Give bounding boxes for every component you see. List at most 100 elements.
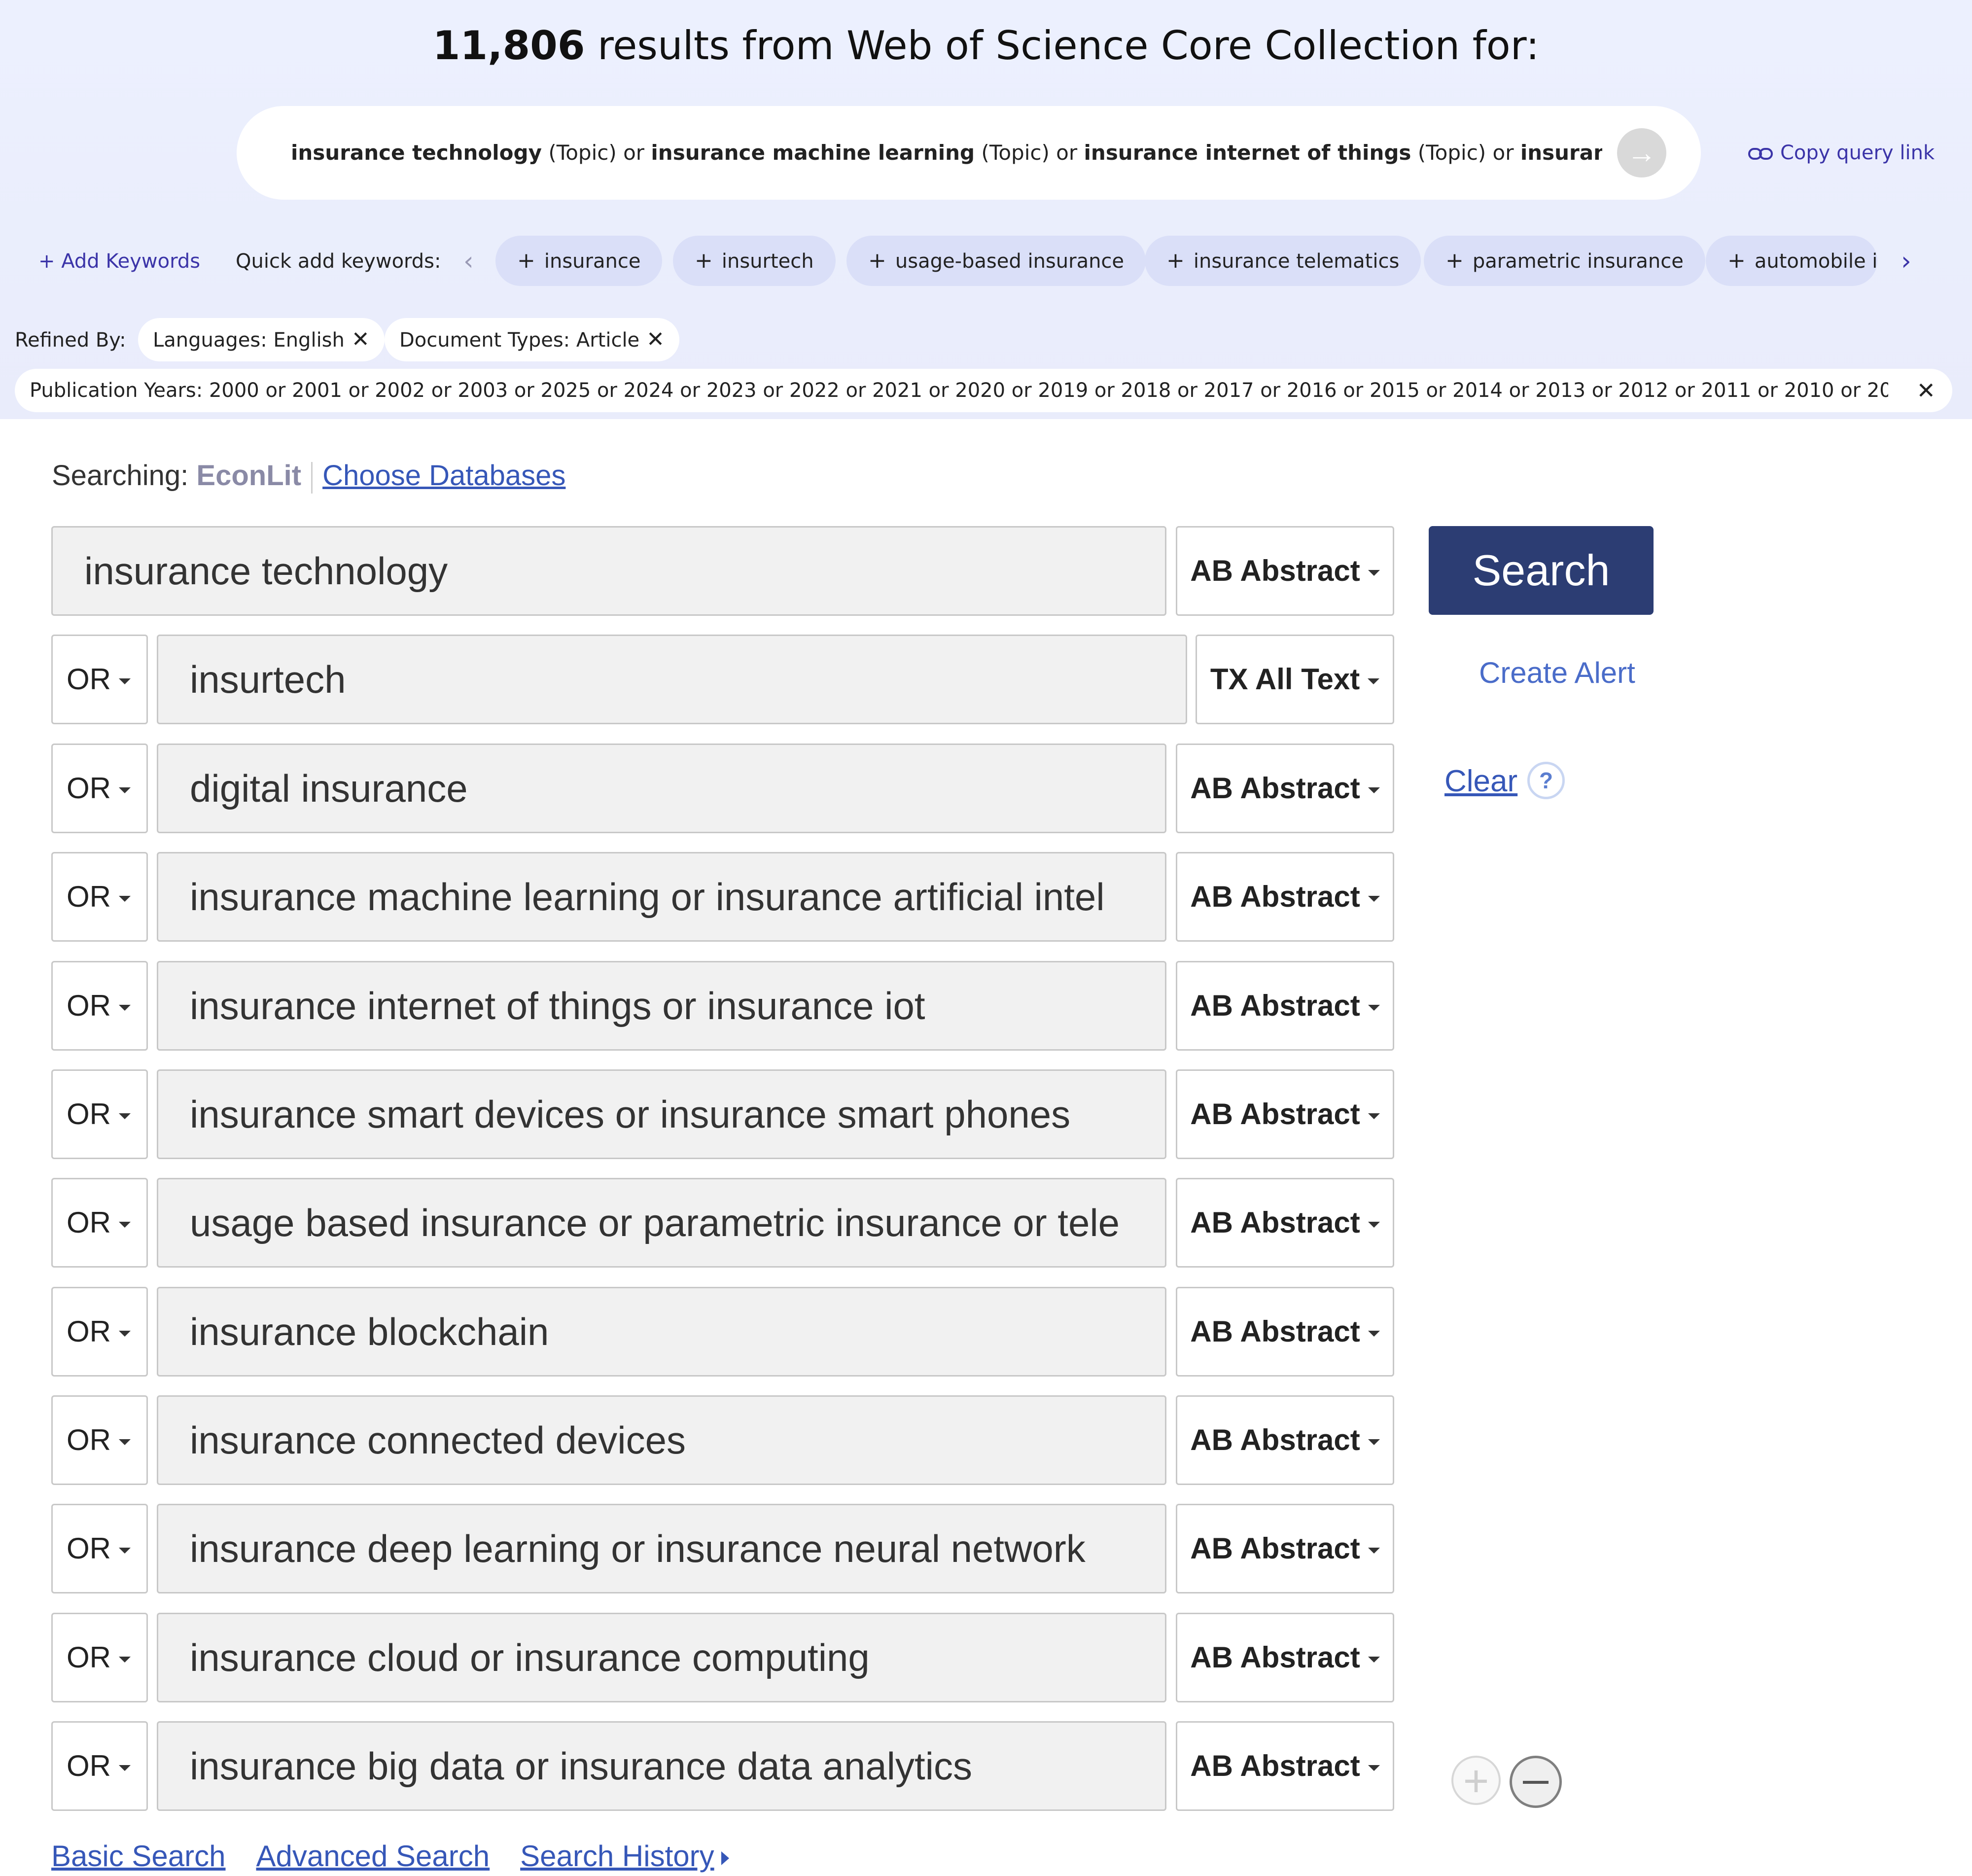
wos-results-header: 11,806 results from Web of Science Core … xyxy=(0,0,1972,419)
plus-icon: + xyxy=(695,248,713,273)
boolean-operator-select[interactable]: OR xyxy=(51,635,148,724)
caret-down-icon xyxy=(1368,896,1380,902)
caret-down-icon xyxy=(1368,1657,1380,1663)
caret-down-icon xyxy=(1368,1222,1380,1228)
search-term-input[interactable]: insurance machine learning or insurance … xyxy=(157,852,1166,942)
boolean-operator-label: OR xyxy=(67,880,111,913)
search-button[interactable]: Search xyxy=(1429,526,1654,615)
search-term-input[interactable]: insurance deep learning or insurance neu… xyxy=(157,1504,1166,1593)
results-heading: 11,806 results from Web of Science Core … xyxy=(0,19,1972,73)
boolean-operator-select[interactable]: OR xyxy=(51,961,148,1051)
keyword-chip-label: parametric insurance xyxy=(1472,250,1684,273)
field-select[interactable]: AB Abstract xyxy=(1176,1287,1394,1377)
search-row: OR insurance cloud or insurance computin… xyxy=(0,1613,1400,1702)
caret-down-icon xyxy=(119,1005,131,1011)
field-select-label: AB Abstract xyxy=(1190,1749,1360,1782)
field-select[interactable]: AB Abstract xyxy=(1176,743,1394,833)
caret-down-icon xyxy=(1368,1331,1380,1337)
field-select[interactable]: AB Abstract xyxy=(1176,1721,1394,1811)
boolean-operator-select[interactable]: OR xyxy=(51,743,148,833)
clear-link[interactable]: Clear xyxy=(1444,762,1517,801)
close-icon[interactable]: ✕ xyxy=(352,327,370,352)
field-select[interactable]: AB Abstract xyxy=(1176,1178,1394,1268)
search-row: OR digital insurance AB Abstract xyxy=(0,743,1400,833)
field-select[interactable]: AB Abstract xyxy=(1176,1395,1394,1485)
boolean-operator-label: OR xyxy=(67,1206,111,1239)
boolean-operator-select[interactable]: OR xyxy=(51,1504,148,1593)
boolean-operator-select[interactable]: OR xyxy=(51,1721,148,1811)
caret-down-icon xyxy=(119,896,131,902)
search-term-input[interactable]: insurance connected devices xyxy=(157,1395,1166,1485)
field-select[interactable]: AB Abstract xyxy=(1176,961,1394,1051)
basic-search-link[interactable]: Basic Search xyxy=(51,1840,226,1873)
query-term: insurance machine learning xyxy=(651,141,975,165)
advanced-search-link[interactable]: Advanced Search xyxy=(256,1840,490,1873)
keyword-chip-insurance-telematics[interactable]: + insurance telematics xyxy=(1145,236,1421,286)
caret-down-icon xyxy=(1368,1765,1380,1771)
caret-down-icon xyxy=(119,787,131,794)
minus-circle-icon[interactable] xyxy=(1510,1756,1562,1808)
refined-by-label: Refined By: xyxy=(15,329,126,352)
boolean-operator-label: OR xyxy=(67,1641,111,1674)
caret-down-icon xyxy=(119,1657,131,1663)
keyword-chip-label: usage-based insurance xyxy=(895,250,1125,273)
copy-query-link[interactable]: Copy query link xyxy=(1748,138,1935,168)
close-icon[interactable]: ✕ xyxy=(1916,369,1936,412)
query-display-box[interactable]: insurance technology (Topic) or insuranc… xyxy=(237,106,1701,200)
keyword-chip-insurtech[interactable]: + insurtech xyxy=(673,236,836,286)
search-term-input[interactable]: insurance smart devices or insurance sma… xyxy=(157,1069,1166,1159)
keyword-chip-insurance[interactable]: + insurance xyxy=(495,236,663,286)
search-row: OR insurance connected devices AB Abstra… xyxy=(0,1395,1400,1485)
plus-circle-icon[interactable]: + xyxy=(1451,1756,1501,1805)
caret-down-icon xyxy=(119,1113,131,1120)
caret-down-icon xyxy=(1368,1113,1380,1120)
boolean-operator-select[interactable]: OR xyxy=(51,852,148,942)
refinement-chip-document-type: Document Types: Article ✕ xyxy=(385,318,680,361)
search-term-input[interactable]: usage based insurance or parametric insu… xyxy=(157,1178,1166,1268)
chevron-left-icon[interactable]: ‹ xyxy=(463,247,474,276)
field-select[interactable]: AB Abstract xyxy=(1176,1069,1394,1159)
quick-add-keyword-list: + insurance + insurtech + usage-based insur… xyxy=(495,236,1878,286)
add-keywords-button[interactable]: + Add Keywords xyxy=(38,247,200,276)
field-select[interactable]: AB Abstract xyxy=(1176,1504,1394,1593)
search-term-input[interactable]: insurtech xyxy=(157,635,1187,724)
search-term-input[interactable]: insurance internet of things or insuranc… xyxy=(157,961,1166,1051)
boolean-operator-select[interactable]: OR xyxy=(51,1613,148,1702)
keyword-chip-automobile[interactable]: + automobile i xyxy=(1706,236,1878,286)
query-term: insurance internet of things xyxy=(1084,141,1411,165)
create-alert-link[interactable]: Create Alert xyxy=(1479,653,1635,693)
search-term-input[interactable]: insurance blockchain xyxy=(157,1287,1166,1377)
search-row: OR insurtech TX All Text xyxy=(0,635,1400,724)
chevron-right-icon[interactable]: › xyxy=(1901,247,1911,276)
results-heading-text: results from Web of Science Core Collect… xyxy=(585,23,1540,69)
search-mode-links: Basic Search Advanced Search Search Histor… xyxy=(51,1837,729,1876)
field-select[interactable]: AB Abstract xyxy=(1176,852,1394,942)
caret-down-icon xyxy=(119,1222,131,1228)
boolean-operator-select[interactable]: OR xyxy=(51,1178,148,1268)
search-term-input[interactable]: insurance cloud or insurance computing xyxy=(157,1613,1166,1702)
choose-databases-link[interactable]: Choose Databases xyxy=(322,460,565,492)
query-field: (Topic) or xyxy=(541,141,651,165)
field-select-label: TX All Text xyxy=(1210,663,1360,696)
search-term-input[interactable]: digital insurance xyxy=(157,743,1166,833)
field-select[interactable]: AB Abstract xyxy=(1176,526,1394,616)
search-row: OR usage based insurance or parametric i… xyxy=(0,1178,1400,1268)
search-term-input[interactable]: insurance technology xyxy=(51,526,1166,616)
question-circle-icon[interactable]: ? xyxy=(1527,762,1565,799)
keyword-chip-usage-based-insurance[interactable]: + usage-based insurance xyxy=(846,236,1146,286)
boolean-operator-select[interactable]: OR xyxy=(51,1395,148,1485)
close-icon[interactable]: ✕ xyxy=(646,327,665,352)
field-select[interactable]: AB Abstract xyxy=(1176,1613,1394,1702)
boolean-operator-select[interactable]: OR xyxy=(51,1069,148,1159)
search-term-input[interactable]: insurance big data or insurance data ana… xyxy=(157,1721,1166,1811)
caret-down-icon xyxy=(119,678,131,685)
boolean-operator-select[interactable]: OR xyxy=(51,1287,148,1377)
divider xyxy=(311,461,313,494)
searching-label: Searching: xyxy=(52,460,197,492)
arrow-right-icon[interactable]: → xyxy=(1617,128,1666,177)
search-history-link[interactable]: Search History xyxy=(520,1840,714,1873)
field-select[interactable]: TX All Text xyxy=(1196,635,1394,724)
searching-line: Searching: EconLit Choose Databases xyxy=(52,456,565,496)
field-select-label: AB Abstract xyxy=(1190,554,1360,587)
keyword-chip-parametric-insurance[interactable]: + parametric insurance xyxy=(1424,236,1705,286)
